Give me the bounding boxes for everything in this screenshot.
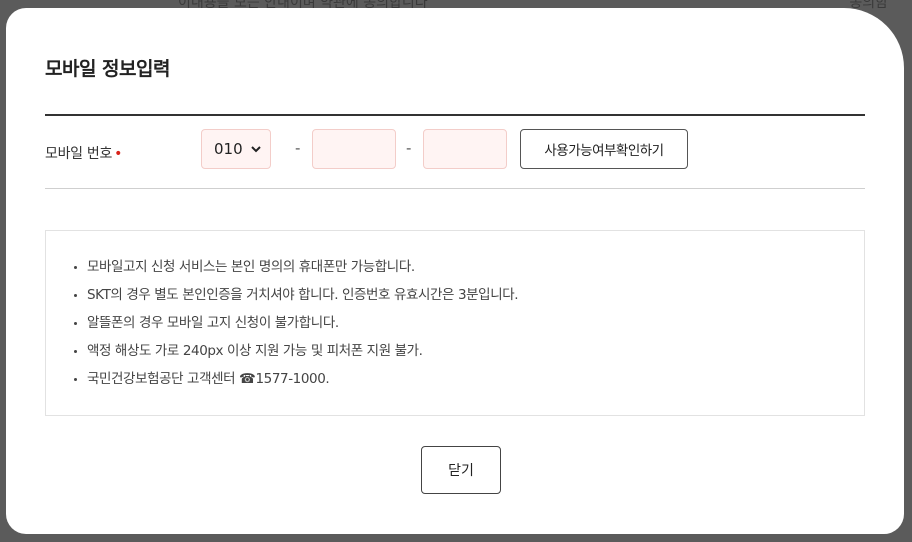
dash-separator: - — [406, 139, 412, 157]
last-number-input[interactable] — [423, 129, 507, 169]
middle-number-input[interactable] — [312, 129, 396, 169]
notice-list: 모바일고지 신청 서비스는 본인 명의의 휴대폰만 가능합니다. SKT의 경우… — [46, 231, 864, 393]
check-availability-button[interactable]: 사용가능여부확인하기 — [520, 129, 688, 169]
dash-separator: - — [295, 139, 301, 157]
notice-item: 모바일고지 신청 서비스는 본인 명의의 휴대폰만 가능합니다. — [74, 253, 864, 281]
chevron-down-icon — [251, 146, 261, 153]
title-divider — [45, 114, 865, 116]
notice-item: 국민건강보험공단 고객센터 ☎1577-1000. — [74, 365, 864, 393]
mobile-number-label-text: 모바일 번호 — [45, 146, 113, 162]
mobile-info-modal: 모바일 정보입력 모바일 번호 • 010 - - 사용가능여부확인하기 모바일고… — [6, 8, 904, 534]
notice-item: 액정 해상도 가로 240px 이상 지원 가능 및 피처폰 지원 불가. — [74, 337, 864, 365]
mobile-number-label: 모바일 번호 • — [45, 143, 122, 163]
notice-item: SKT의 경우 별도 본인인증을 거치셔야 합니다. 인증번호 유효시간은 3분… — [74, 281, 864, 309]
row-divider — [45, 188, 865, 189]
carrier-prefix-select[interactable]: 010 — [201, 129, 271, 169]
notice-box: 모바일고지 신청 서비스는 본인 명의의 휴대폰만 가능합니다. SKT의 경우… — [45, 230, 865, 416]
close-button[interactable]: 닫기 — [421, 446, 501, 494]
required-mark: • — [114, 146, 123, 162]
carrier-prefix-value: 010 — [214, 140, 243, 158]
modal-title: 모바일 정보입력 — [45, 58, 170, 80]
notice-item: 알뜰폰의 경우 모바일 고지 신청이 불가합니다. — [74, 309, 864, 337]
